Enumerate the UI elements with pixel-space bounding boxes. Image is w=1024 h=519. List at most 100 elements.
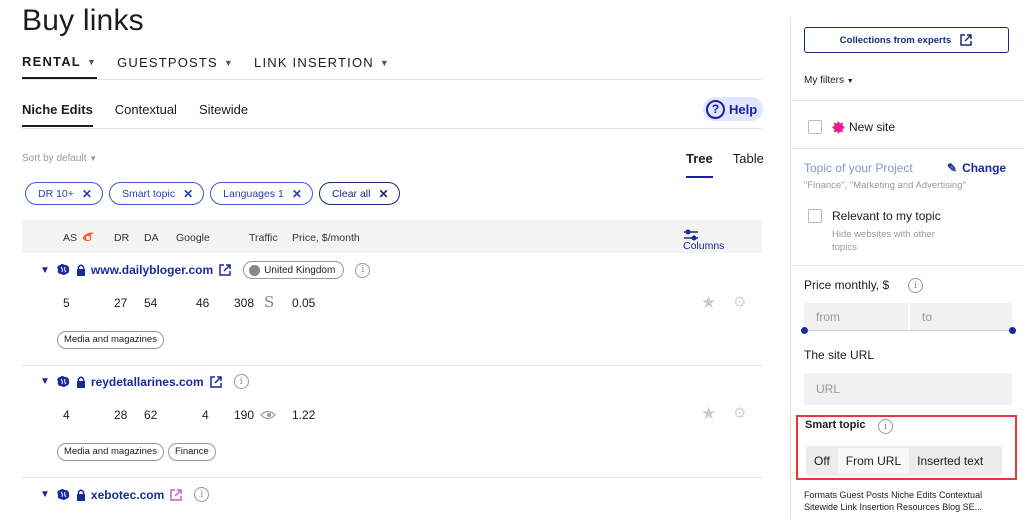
chip-label: Smart topic bbox=[121, 187, 176, 200]
filter-chip-smart-topic[interactable]: Smart topic ✕ bbox=[108, 182, 205, 205]
row-header: ▼ reydetallarines.com i bbox=[40, 374, 249, 389]
external-link-icon[interactable] bbox=[209, 375, 223, 389]
smart-topic-toggle: Off From URL Inserted text bbox=[806, 446, 1002, 476]
star-icon[interactable]: ★ bbox=[701, 293, 716, 313]
col-google[interactable]: Google bbox=[176, 232, 210, 244]
topic-tag: Media and magazines bbox=[57, 330, 164, 349]
tab-sitewide[interactable]: Sitewide bbox=[199, 102, 248, 127]
metric-as: 5 bbox=[63, 296, 70, 310]
site-domain-link[interactable]: www.dailybloger.com bbox=[91, 263, 213, 277]
close-icon[interactable]: ✕ bbox=[183, 187, 193, 201]
semrush-icon: S bbox=[264, 293, 275, 311]
tab-niche-edits[interactable]: Niche Edits bbox=[22, 102, 93, 127]
smart-topic-inserted-text[interactable]: Inserted text bbox=[909, 448, 991, 474]
row-header: ▼ www.dailybloger.com United Kingdom i bbox=[40, 261, 371, 279]
nav-link-insertion[interactable]: LINK INSERTION ▼ bbox=[254, 54, 390, 79]
external-link-icon[interactable] bbox=[218, 263, 232, 277]
info-icon[interactable]: i bbox=[355, 262, 371, 278]
metric-price: 0.05 bbox=[292, 296, 316, 310]
metric-price: 1.22 bbox=[292, 408, 316, 422]
site-url-input[interactable]: URL bbox=[804, 373, 1012, 405]
chevron-down-icon: ▼ bbox=[86, 56, 98, 67]
formats-line2: Sitewide Link Insertion Resources Blog S… bbox=[804, 502, 983, 512]
star-icon[interactable]: ★ bbox=[701, 404, 716, 424]
price-slider-min-handle[interactable] bbox=[801, 327, 808, 334]
lock-icon bbox=[76, 264, 85, 276]
columns-button[interactable]: Columns bbox=[683, 228, 724, 252]
price-slider-max-handle[interactable] bbox=[1009, 327, 1016, 334]
site-domain-link[interactable]: xebotec.com bbox=[91, 488, 164, 502]
nav-rental[interactable]: RENTAL ▼ bbox=[22, 54, 98, 79]
close-icon[interactable]: ✕ bbox=[82, 187, 92, 201]
collections-from-experts-button[interactable]: Collections from experts bbox=[804, 27, 1009, 53]
chip-label: DR 10+ bbox=[38, 187, 74, 200]
price-slider-track[interactable] bbox=[805, 330, 1013, 331]
topic-title: Topic of your Project bbox=[804, 161, 913, 175]
sidebar-divider bbox=[790, 18, 791, 519]
row-metrics: 4 28 62 4 190 1.22 bbox=[22, 408, 322, 424]
page-title: Buy links bbox=[22, 4, 144, 37]
tab-table[interactable]: Table bbox=[733, 151, 764, 178]
chevron-down-icon: ▼ bbox=[223, 57, 235, 68]
divider bbox=[22, 477, 762, 478]
info-icon[interactable]: i bbox=[194, 487, 210, 502]
col-dr[interactable]: DR bbox=[114, 232, 129, 244]
smart-topic-from-url[interactable]: From URL bbox=[837, 448, 910, 474]
divider bbox=[22, 128, 762, 129]
sort-label: Sort by default bbox=[22, 153, 87, 164]
top-nav: RENTAL ▼ GUESTPOSTS ▼ LINK INSERTION ▼ bbox=[22, 54, 390, 79]
nav-guestposts[interactable]: GUESTPOSTS ▼ bbox=[117, 54, 234, 79]
topic-tag: Finance bbox=[167, 442, 216, 461]
tab-contextual[interactable]: Contextual bbox=[115, 102, 177, 127]
info-icon[interactable]: i bbox=[878, 419, 893, 434]
relevant-hint-line2: topics bbox=[832, 242, 857, 253]
gear-icon[interactable]: ⚙ bbox=[733, 293, 746, 311]
close-icon[interactable]: ✕ bbox=[292, 187, 302, 201]
clear-all-label: Clear all bbox=[331, 187, 371, 200]
price-from-input[interactable]: from bbox=[804, 303, 908, 331]
col-as[interactable]: AS bbox=[63, 232, 77, 244]
filter-chip-languages[interactable]: Languages 1 ✕ bbox=[210, 182, 313, 205]
help-icon: ? bbox=[706, 99, 725, 119]
chevron-down-icon: ▼ bbox=[846, 78, 854, 85]
columns-label: Columns bbox=[683, 240, 725, 252]
price-label: Price monthly, $ bbox=[804, 278, 890, 292]
collections-label: Collections from experts bbox=[839, 34, 952, 46]
site-domain-link[interactable]: reydetallarines.com bbox=[91, 375, 204, 389]
col-price[interactable]: Price, $/month bbox=[292, 232, 360, 244]
close-icon: ✕ bbox=[378, 186, 389, 201]
traffic-source-icon bbox=[260, 410, 276, 420]
filter-chip-dr[interactable]: DR 10+ ✕ bbox=[25, 182, 103, 205]
clear-all-button[interactable]: Clear all ✕ bbox=[318, 182, 400, 205]
row-metrics: 5 27 54 46 308 S 0.05 bbox=[22, 293, 322, 312]
table-row: ▼ xebotec.com i bbox=[22, 487, 762, 519]
col-traffic[interactable]: Traffic bbox=[249, 232, 278, 244]
new-site-label: New site bbox=[849, 120, 896, 134]
sort-dropdown[interactable]: Sort by default ▼ bbox=[22, 153, 97, 164]
new-site-checkbox[interactable] bbox=[808, 120, 822, 134]
pencil-icon: ✎ bbox=[947, 161, 958, 175]
info-icon[interactable]: i bbox=[908, 278, 923, 293]
chevron-down-icon[interactable]: ▼ bbox=[40, 265, 50, 276]
my-filters-dropdown[interactable]: My filters ▼ bbox=[804, 75, 854, 86]
change-topic-button[interactable]: ✎ Change bbox=[947, 161, 1006, 175]
metric-as: 4 bbox=[63, 408, 70, 422]
divider bbox=[792, 265, 1024, 266]
row-tags: Media and magazines Finance bbox=[57, 441, 220, 461]
info-icon[interactable]: i bbox=[233, 374, 249, 389]
site-url-label: The site URL bbox=[804, 348, 875, 362]
smart-topic-off[interactable]: Off bbox=[806, 448, 838, 474]
price-to-input[interactable]: to bbox=[910, 303, 1012, 331]
col-da[interactable]: DA bbox=[144, 232, 159, 244]
brain-icon bbox=[57, 264, 70, 275]
gear-icon[interactable]: ⚙ bbox=[733, 404, 746, 422]
lock-icon bbox=[76, 376, 85, 388]
relevant-topic-checkbox[interactable] bbox=[808, 209, 822, 223]
help-button[interactable]: ? Help bbox=[703, 97, 763, 121]
tab-tree[interactable]: Tree bbox=[686, 151, 713, 178]
external-link-icon[interactable] bbox=[169, 488, 183, 502]
chevron-down-icon[interactable]: ▼ bbox=[40, 376, 50, 387]
row-tags: Media and magazines bbox=[57, 329, 168, 349]
chevron-down-icon: ▼ bbox=[379, 57, 391, 68]
chevron-down-icon[interactable]: ▼ bbox=[40, 489, 50, 500]
